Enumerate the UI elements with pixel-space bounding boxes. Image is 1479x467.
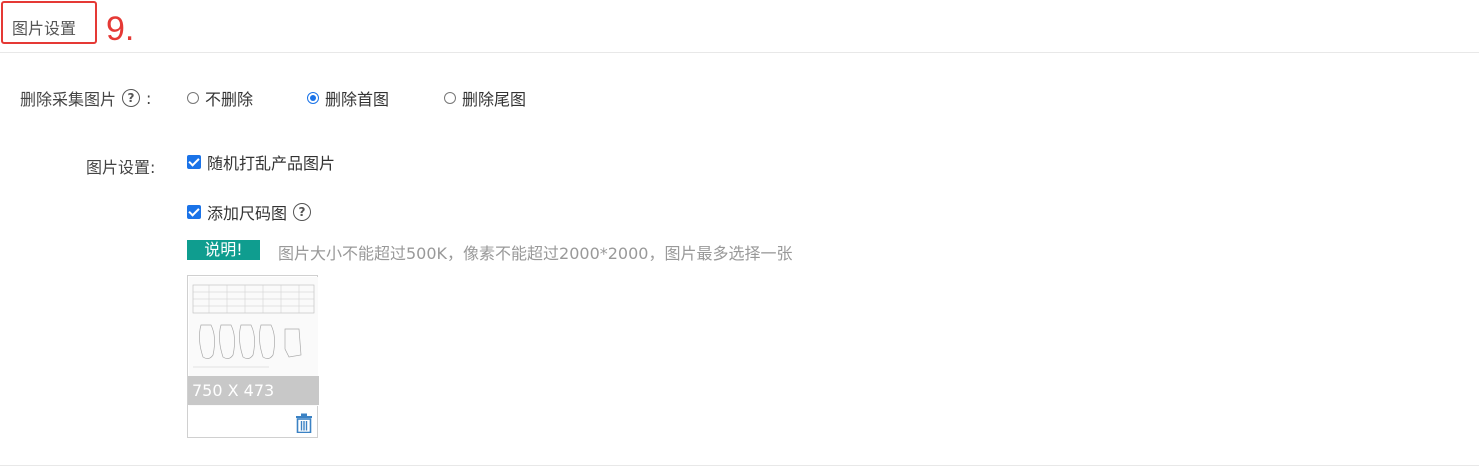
radio-no-delete[interactable]: 不删除 (187, 86, 253, 110)
radio-label: 删除首图 (325, 90, 390, 109)
radio-circle-selected[interactable] (307, 92, 319, 104)
delete-images-label-text: 删除采集图片 (20, 90, 117, 109)
section-header: 图片设置 9. (0, 0, 1479, 53)
delete-images-label: 删除采集图片 ? : (20, 86, 151, 110)
radio-label: 不删除 (205, 90, 254, 109)
trash-icon[interactable] (295, 413, 313, 433)
help-icon[interactable]: ? (293, 203, 312, 221)
note-badge: 说明! (187, 240, 260, 260)
image-settings-label: 图片设置: (86, 158, 156, 177)
size-chart-thumbnail[interactable]: 750 X 473 (187, 275, 319, 438)
label-colon: : (146, 88, 152, 108)
checkbox-add-size-chart[interactable]: 添加尺码图 ? (187, 200, 312, 224)
step-number-annotation: 9. (106, 10, 135, 48)
bottom-divider (0, 465, 1479, 466)
section-title: 图片设置 (1, 1, 97, 44)
radio-delete-first[interactable]: 删除首图 (307, 86, 389, 110)
radio-label: 删除尾图 (462, 90, 527, 109)
radio-circle[interactable] (187, 92, 199, 104)
checkbox-shuffle-images[interactable]: 随机打乱产品图片 (187, 150, 335, 174)
checkbox-checked[interactable] (187, 205, 201, 219)
radio-delete-last[interactable]: 删除尾图 (444, 86, 526, 110)
radio-circle[interactable] (444, 92, 456, 104)
checkbox-label: 随机打乱产品图片 (207, 154, 336, 173)
thumbnail-caption: 750 X 473 (188, 376, 319, 405)
help-icon[interactable]: ? (122, 89, 141, 107)
checkbox-checked[interactable] (187, 155, 201, 169)
checkbox-label: 添加尺码图 (207, 204, 288, 223)
note-text: 图片大小不能超过500K，像素不能超过2000*2000，图片最多选择一张 (278, 244, 793, 263)
